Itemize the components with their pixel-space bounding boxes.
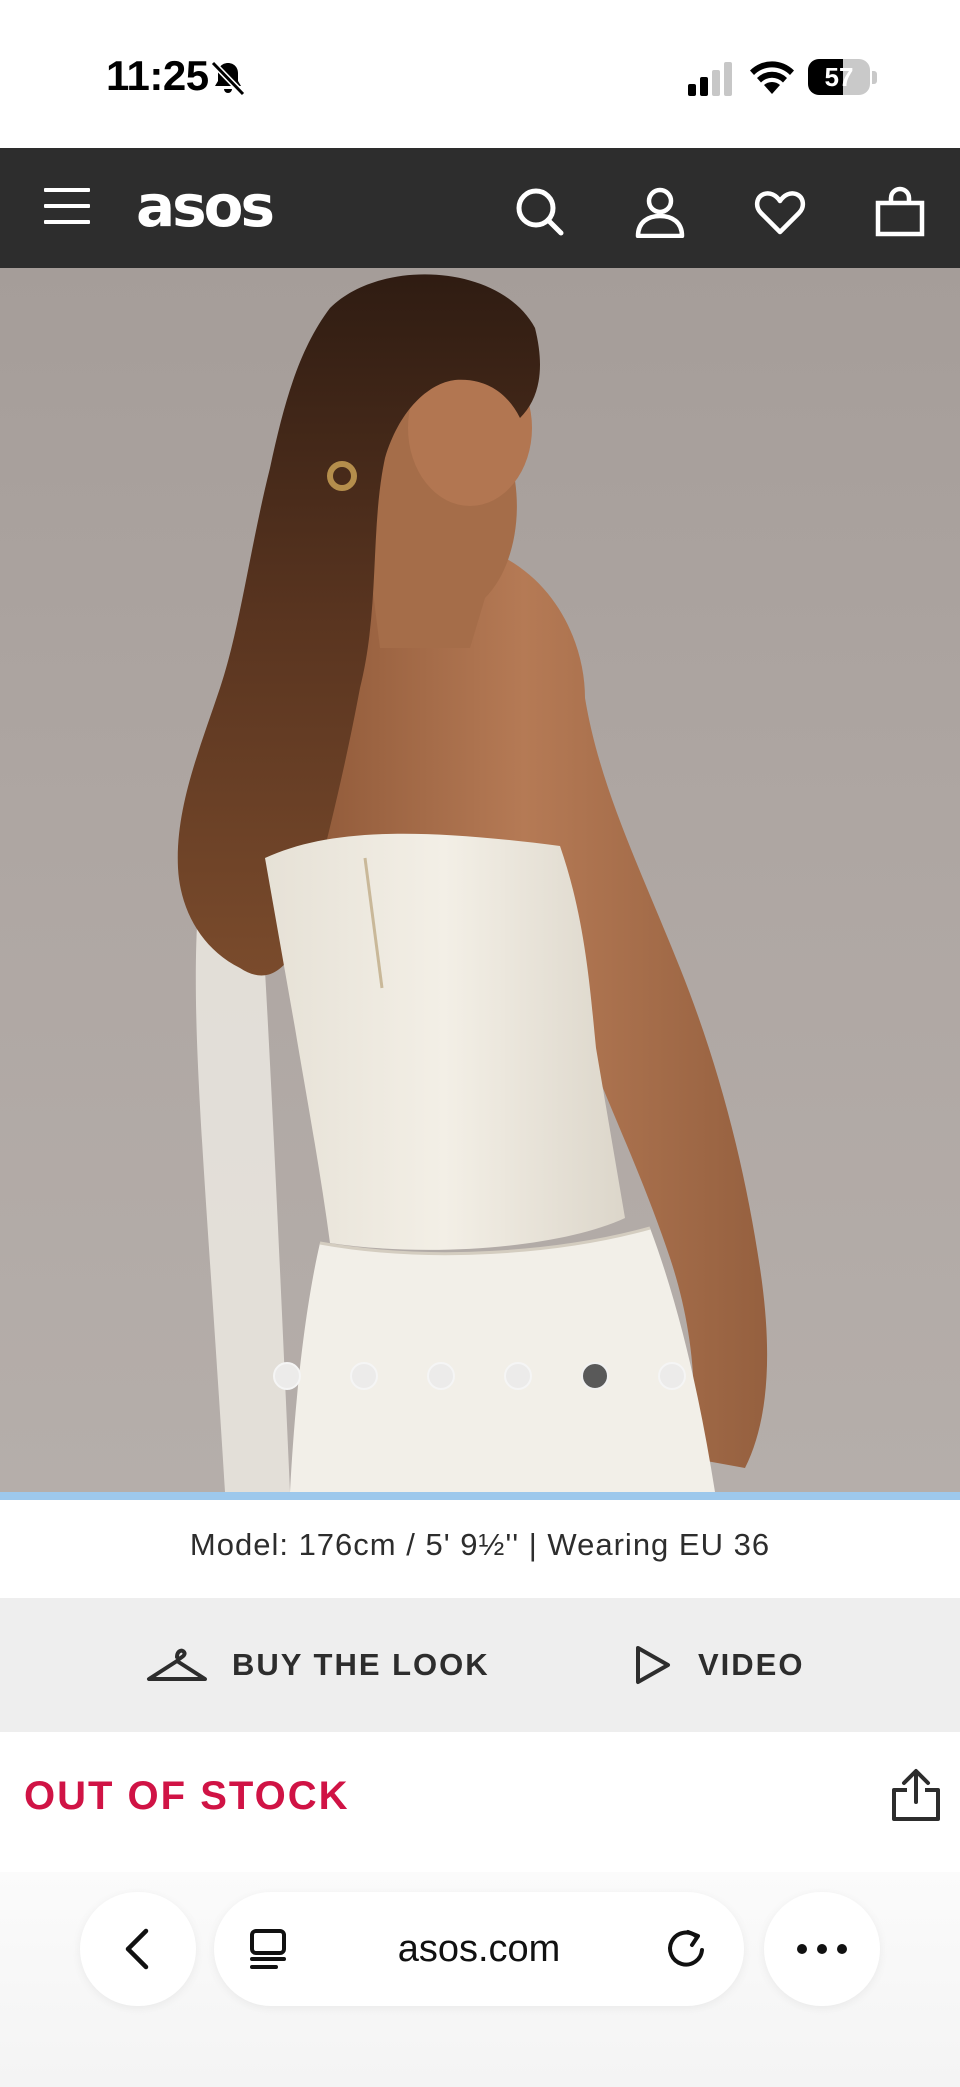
model-info: Model: 176cm / 5' 9½'' | Wearing EU 36 bbox=[0, 1500, 960, 1598]
battery-icon: 57 bbox=[808, 59, 877, 97]
menu-icon[interactable] bbox=[44, 188, 90, 224]
reload-icon[interactable] bbox=[666, 1928, 708, 1970]
browser-toolbar: asos.com bbox=[0, 1872, 960, 2087]
more-icon bbox=[797, 1944, 847, 1954]
battery-level: 57 bbox=[824, 62, 854, 92]
out-of-stock-label: OUT OF STOCK bbox=[24, 1774, 350, 1818]
search-icon[interactable] bbox=[514, 186, 566, 238]
heart-icon[interactable] bbox=[754, 186, 806, 238]
back-button[interactable] bbox=[80, 1892, 196, 2006]
status-bar: 11:25 57 bbox=[0, 0, 960, 148]
site-header: asos bbox=[0, 148, 960, 268]
back-icon bbox=[125, 1928, 149, 1970]
asos-logo[interactable]: asos bbox=[136, 172, 275, 240]
gallery-progress-bar bbox=[0, 1492, 960, 1500]
gallery-dot-2[interactable] bbox=[350, 1362, 378, 1390]
buy-the-look-label: BUY THE LOOK bbox=[232, 1647, 490, 1682]
gallery-dot-5[interactable] bbox=[581, 1362, 609, 1390]
share-icon[interactable] bbox=[890, 1768, 942, 1822]
gallery-dot-1[interactable] bbox=[273, 1362, 301, 1390]
gallery-dot-4[interactable] bbox=[504, 1362, 532, 1390]
look-actions-bar: BUY THE LOOK VIDEO bbox=[0, 1598, 960, 1732]
gallery-pagination bbox=[0, 1362, 960, 1402]
video-label: VIDEO bbox=[698, 1647, 805, 1682]
video-button[interactable]: VIDEO bbox=[634, 1598, 804, 1732]
product-photo bbox=[177, 274, 768, 1492]
hanger-icon bbox=[147, 1648, 207, 1681]
gallery-dot-6[interactable] bbox=[658, 1362, 686, 1390]
url-text: asos.com bbox=[397, 1928, 561, 1970]
product-image[interactable] bbox=[0, 268, 960, 1492]
wifi-icon bbox=[750, 61, 794, 94]
play-icon bbox=[636, 1646, 670, 1684]
account-icon[interactable] bbox=[634, 186, 686, 238]
stock-status-row: OUT OF STOCK bbox=[0, 1732, 960, 1872]
bag-icon[interactable] bbox=[874, 186, 926, 238]
cellular-signal-icon bbox=[688, 62, 732, 96]
more-button[interactable] bbox=[764, 1892, 880, 2006]
status-time: 11:25 bbox=[106, 52, 209, 99]
address-bar[interactable]: asos.com bbox=[214, 1892, 744, 2006]
buy-the-look-button[interactable]: BUY THE LOOK bbox=[146, 1598, 490, 1732]
bell-slash-icon bbox=[210, 60, 246, 97]
gallery-dot-3[interactable] bbox=[427, 1362, 455, 1390]
